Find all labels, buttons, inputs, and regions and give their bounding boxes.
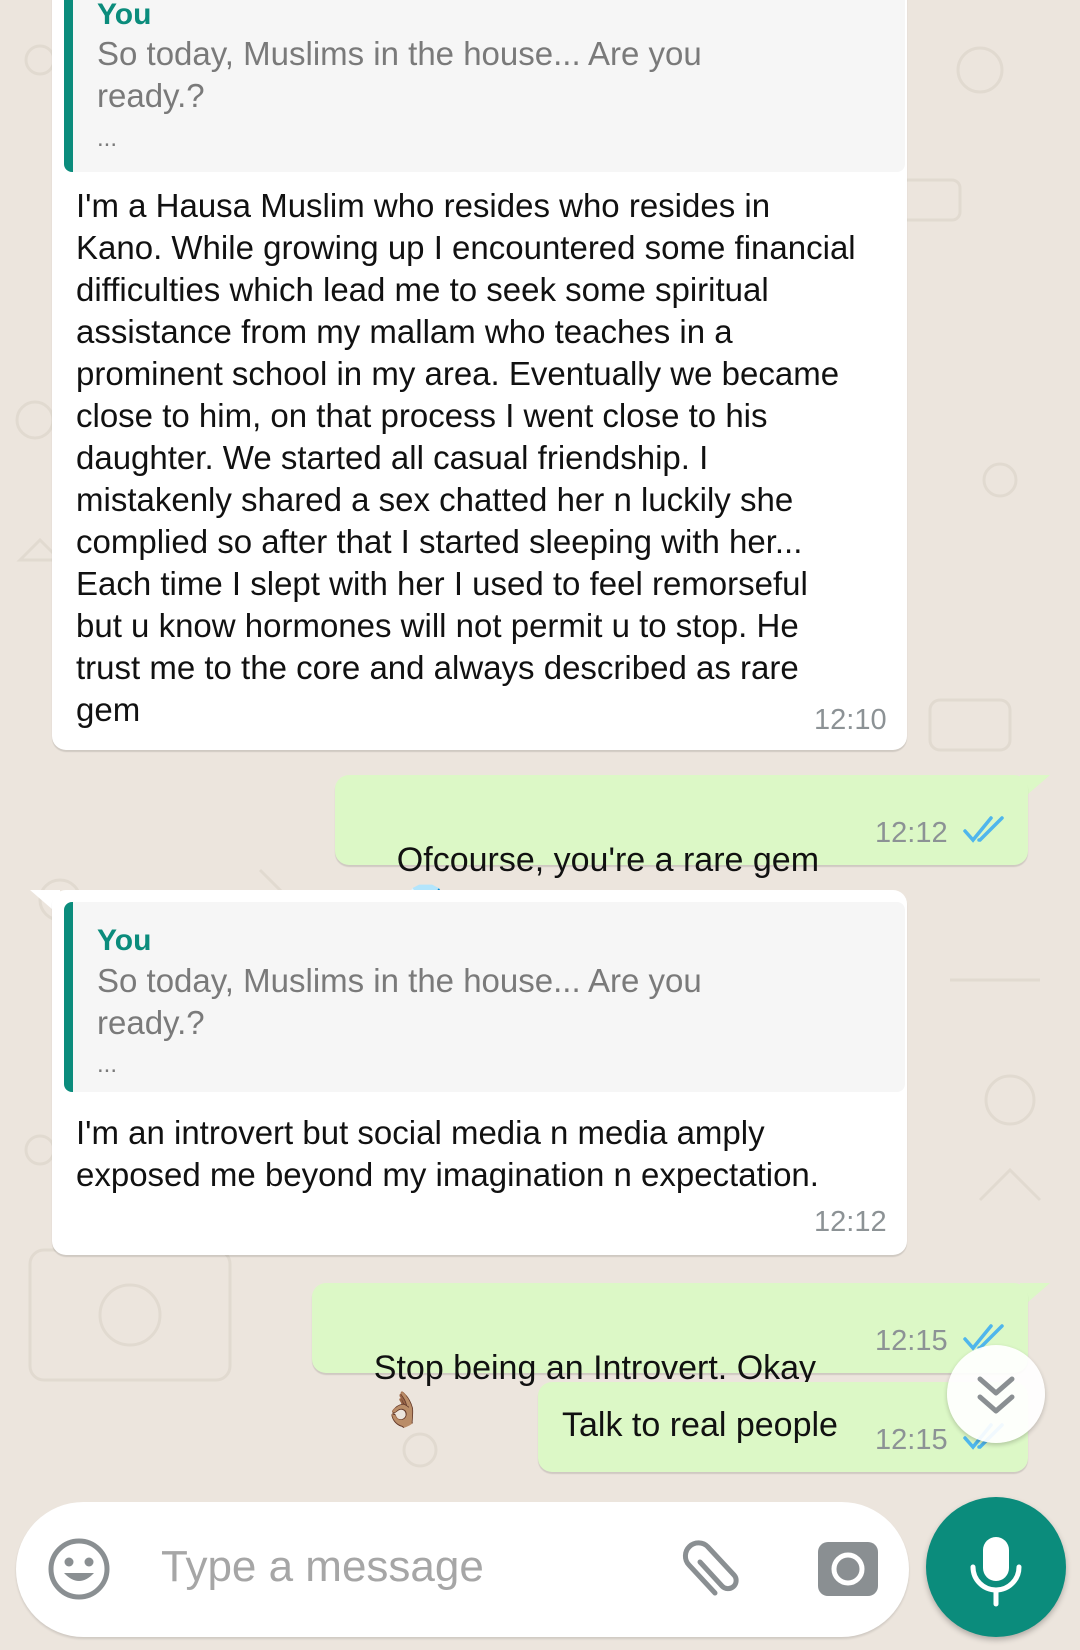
message-bubble-outgoing[interactable]: Ofcourse, you're a rare gem 💎 12:12	[335, 775, 1028, 921]
emoji-icon[interactable]	[46, 1536, 112, 1602]
message-input[interactable]: Type a message	[161, 1542, 484, 1592]
message-bubble-incoming[interactable]: You So today, Muslims in the house... Ar…	[52, 0, 907, 750]
quote-author: You	[97, 0, 152, 31]
double-check-icon	[963, 816, 1004, 843]
message-text-content: Ofcourse, you're a rare gem	[396, 841, 820, 879]
message-time: 12:10	[814, 704, 887, 736]
paperclip-icon[interactable]	[680, 1532, 752, 1604]
message-text: I'm a Hausa Muslim who resides who resid…	[76, 187, 865, 728]
quote-text: So today, Muslims in the house... Are yo…	[97, 962, 702, 1041]
quoted-message[interactable]: You So today, Muslims in the house... Ar…	[64, 902, 905, 1092]
microphone-icon	[970, 1537, 1022, 1607]
message-text: I'm an introvert but social media n medi…	[76, 1114, 819, 1193]
message-time: 12:12	[814, 1206, 887, 1238]
quote-ellipsis: ...	[97, 1051, 118, 1078]
quote-ellipsis: ...	[97, 125, 118, 152]
message-time: 12:15	[875, 1424, 948, 1456]
message-bubble-outgoing[interactable]: Stop being an Introvert. Okay 👌🏽 12:15	[312, 1283, 1028, 1429]
ok-hand-emoji: 👌🏽	[381, 1391, 425, 1429]
camera-icon[interactable]	[816, 1536, 880, 1600]
scroll-to-bottom-button[interactable]	[947, 1345, 1045, 1443]
voice-record-button[interactable]	[926, 1497, 1066, 1637]
chevron-double-down-icon	[977, 1376, 1015, 1414]
quote-text: So today, Muslims in the house... Are yo…	[97, 35, 702, 114]
message-time: 12:12	[875, 817, 948, 849]
message-bubble-incoming[interactable]: You So today, Muslims in the house... Ar…	[52, 890, 907, 1255]
quoted-message[interactable]: You So today, Muslims in the house... Ar…	[64, 0, 905, 172]
message-composer: Type a message	[16, 1502, 909, 1637]
message-text: Talk to real people	[562, 1406, 838, 1444]
message-time: 12:15	[875, 1325, 948, 1357]
quote-author: You	[97, 924, 152, 957]
